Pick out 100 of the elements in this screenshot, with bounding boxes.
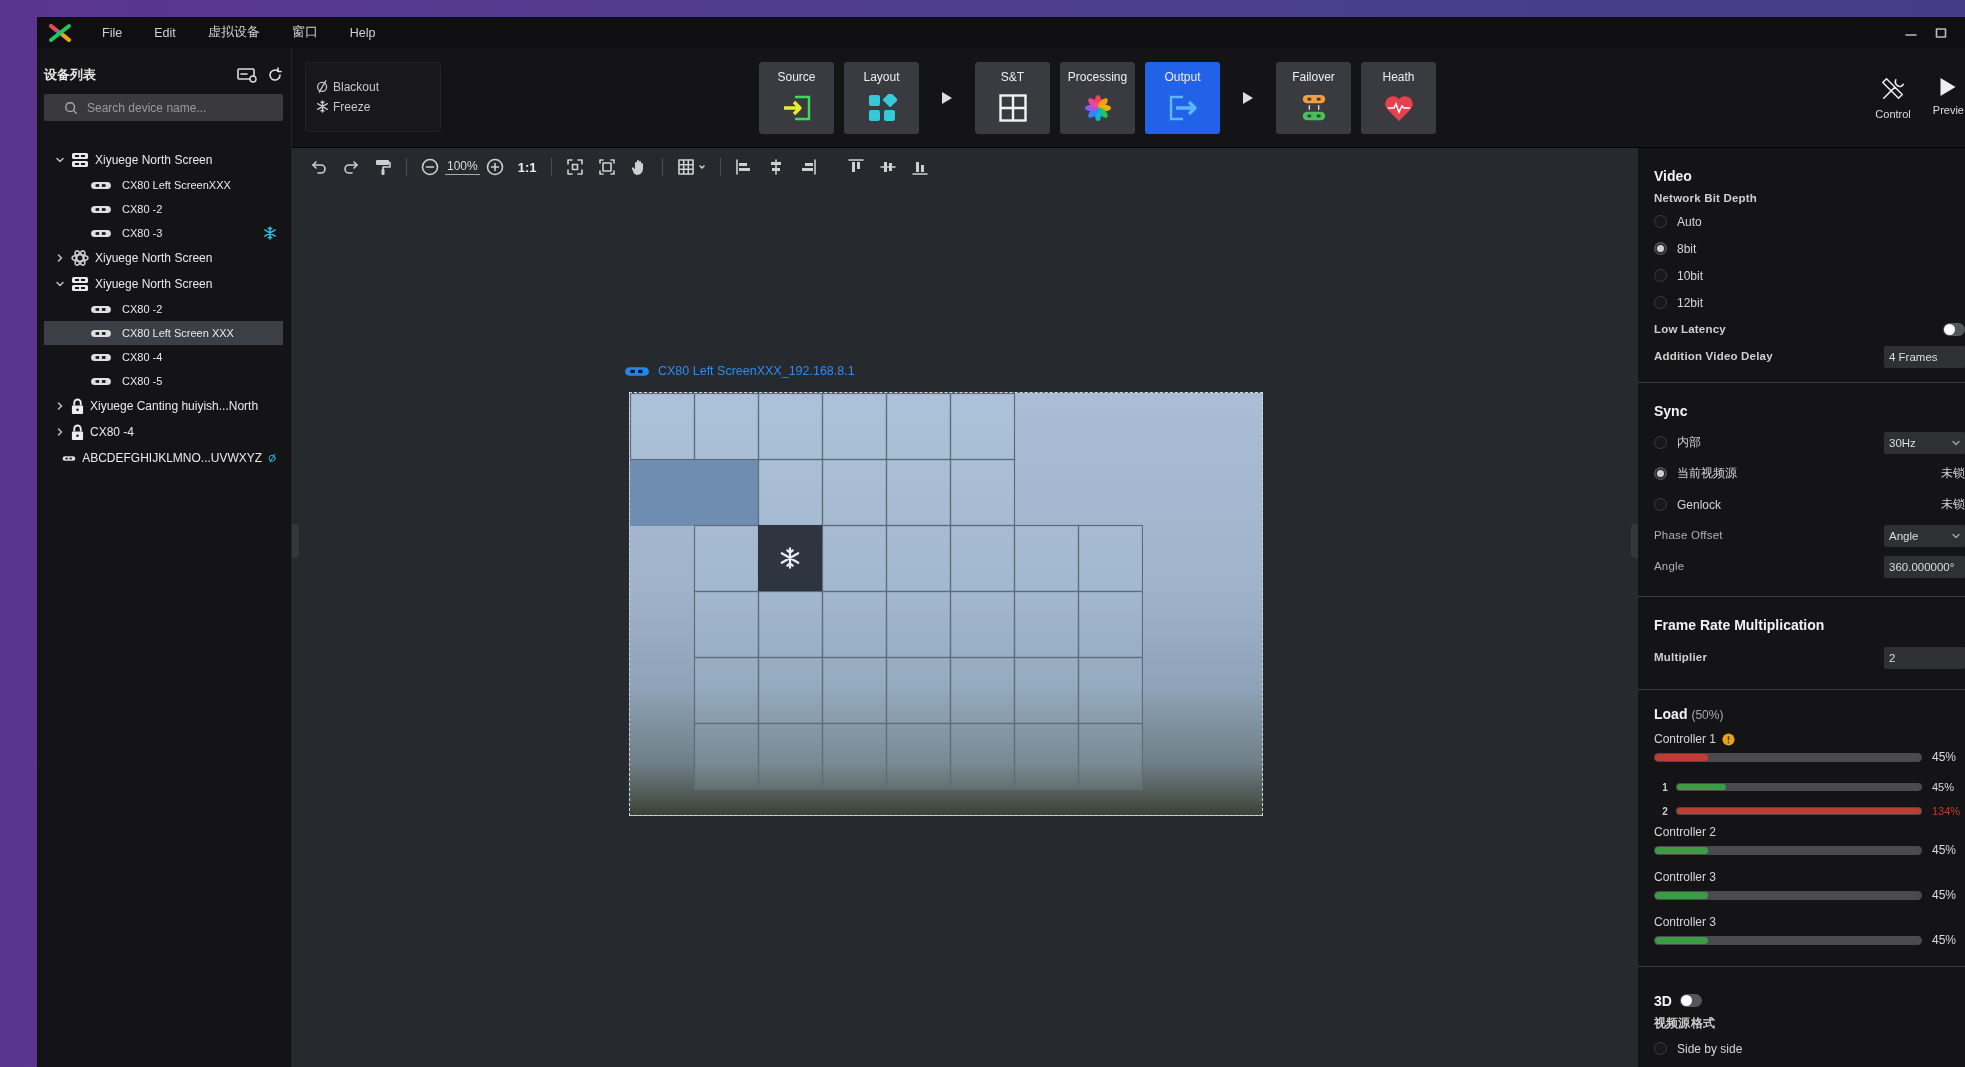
load-reading: 45% (1932, 933, 1957, 947)
toggle-switch[interactable] (1943, 323, 1965, 336)
section-title: Sync (1654, 403, 1689, 419)
angle-field[interactable]: 360.000000° (1884, 555, 1965, 578)
lock-status: 未锁 (1941, 496, 1965, 513)
chevron-down-icon[interactable] (55, 279, 65, 289)
radio-label: 10bit (1677, 268, 1704, 283)
focus-frame-icon[interactable] (565, 158, 584, 176)
lock-icon (71, 423, 84, 441)
radio-label: 8bit (1677, 241, 1697, 256)
tree-item[interactable]: CX80 Left ScreenXXX (44, 173, 283, 197)
pipeline-button[interactable]: Failover (1276, 61, 1351, 134)
radio-label: 当前视频源 (1677, 465, 1737, 482)
radio-button[interactable] (1654, 215, 1667, 228)
maximize-icon[interactable] (1935, 26, 1947, 39)
search-field[interactable]: Search device name... (44, 94, 283, 121)
undo-icon[interactable] (310, 158, 328, 176)
radio-button[interactable] (1654, 296, 1667, 309)
server-stack-icon (71, 152, 89, 168)
zoom-field[interactable]: 100% (445, 159, 480, 175)
tree-item[interactable]: Xiyuege Canting huiyish...North (44, 393, 283, 419)
tool-button[interactable]: Control (1875, 75, 1911, 120)
redo-icon[interactable] (342, 158, 360, 176)
radio-button[interactable] (1654, 242, 1667, 255)
radio-label: 内部 (1677, 434, 1701, 451)
pipeline-button[interactable]: Output (1145, 61, 1220, 134)
tree-item[interactable]: CX80 -4 (44, 345, 283, 369)
align-left-icon[interactable] (734, 158, 753, 176)
menu-item[interactable]: 窗口 (291, 24, 318, 41)
load-reading: 45% (1932, 843, 1957, 857)
pipeline-button[interactable]: S&T (975, 61, 1050, 134)
tree-item[interactable]: Xiyuege North Screen (44, 245, 283, 271)
section-title: Frame Rate Multiplication (1654, 617, 1826, 633)
fit-frame-icon[interactable] (597, 158, 616, 176)
frozen-tile[interactable] (758, 525, 822, 591)
toggle-switch[interactable] (1679, 994, 1702, 1007)
collapse-handle[interactable] (1631, 524, 1638, 558)
tree-item[interactable]: CX80 -2 (44, 197, 283, 221)
pipeline-button[interactable]: Processing (1060, 61, 1135, 134)
monitor-icon[interactable] (237, 67, 257, 83)
chevron-right-icon[interactable] (55, 253, 65, 263)
radio-button[interactable] (1654, 1042, 1667, 1055)
pipeline-button[interactable]: Heath (1361, 61, 1436, 134)
actual-size-button[interactable]: 1:1 (517, 159, 537, 175)
radio-button[interactable] (1654, 436, 1667, 449)
lock-icon (71, 397, 84, 415)
device-icon (624, 365, 650, 377)
menu-item[interactable]: Edit (154, 25, 176, 40)
phase-dropdown[interactable]: Angle (1884, 524, 1965, 547)
grid-dropdown[interactable] (676, 158, 706, 176)
section-title: Load (1654, 706, 1688, 722)
menu-item[interactable]: Help (349, 25, 376, 40)
load-reading: 134% (1932, 805, 1961, 817)
refresh-icon[interactable] (267, 67, 283, 83)
radio-label: 12bit (1677, 295, 1704, 310)
arrow-in-icon (781, 93, 812, 122)
chevron-right-icon[interactable] (55, 427, 65, 437)
tree-item[interactable]: Xiyuege North Screen (44, 271, 283, 297)
device-icon (90, 376, 112, 386)
pipeline-button[interactable]: Layout (844, 61, 919, 134)
load-reading: 45% (1932, 750, 1957, 764)
zoom-in-icon[interactable] (485, 158, 504, 176)
quick-action-button[interactable]: Blackout (316, 79, 380, 94)
tree-item[interactable]: Xiyuege North Screen (44, 147, 283, 173)
menu-item[interactable]: File (102, 25, 123, 40)
device-icon (90, 204, 112, 214)
tool-button[interactable]: Previe (1932, 75, 1964, 120)
port-label: 1 (1661, 781, 1669, 793)
paint-roller-icon[interactable] (374, 158, 392, 176)
lock-status: 未锁 (1941, 465, 1965, 482)
field-label: Low Latency (1654, 322, 1726, 335)
zoom-out-icon[interactable] (421, 158, 439, 176)
collapse-handle[interactable] (292, 524, 299, 558)
controller-label: Controller 1 (1654, 732, 1717, 746)
tree-item[interactable]: CX80 Left Screen XXX (44, 321, 283, 345)
tree-item[interactable]: ABCDEFGHIJKLMNO...UVWXYZ (44, 445, 283, 471)
port-label: 2 (1661, 805, 1669, 817)
pipeline-button[interactable]: Source (759, 61, 834, 134)
radio-label: Genlock (1677, 497, 1722, 512)
chevron-right-icon[interactable] (55, 401, 65, 411)
screen-label: CX80 Left ScreenXXX_192.168.8.1 (624, 364, 855, 378)
rate-dropdown[interactable]: 30Hz (1884, 431, 1965, 454)
device-icon (90, 180, 112, 190)
menu-item[interactable]: 虚拟设备 (207, 24, 260, 41)
tree-item[interactable]: CX80 -4 (44, 419, 283, 445)
radio-button[interactable] (1654, 467, 1667, 480)
chevron-down-icon[interactable] (55, 155, 65, 165)
tools-icon (1880, 75, 1907, 102)
delay-spinbox[interactable]: 4 Frames (1884, 345, 1965, 368)
multiplier-spinbox[interactable]: 2 (1884, 647, 1965, 669)
radio-button[interactable] (1654, 498, 1667, 511)
tree-item[interactable]: CX80 -5 (44, 369, 283, 393)
field-label: Angle (1654, 559, 1685, 572)
tree-item[interactable]: CX80 -3 (44, 221, 283, 245)
radio-label: Side by side (1677, 1041, 1743, 1056)
device-icon (90, 352, 112, 362)
radio-button[interactable] (1654, 269, 1667, 282)
snowflake-icon (316, 100, 329, 113)
tree-item[interactable]: CX80 -2 (44, 297, 283, 321)
quick-action-button[interactable]: Freeze (316, 99, 371, 114)
